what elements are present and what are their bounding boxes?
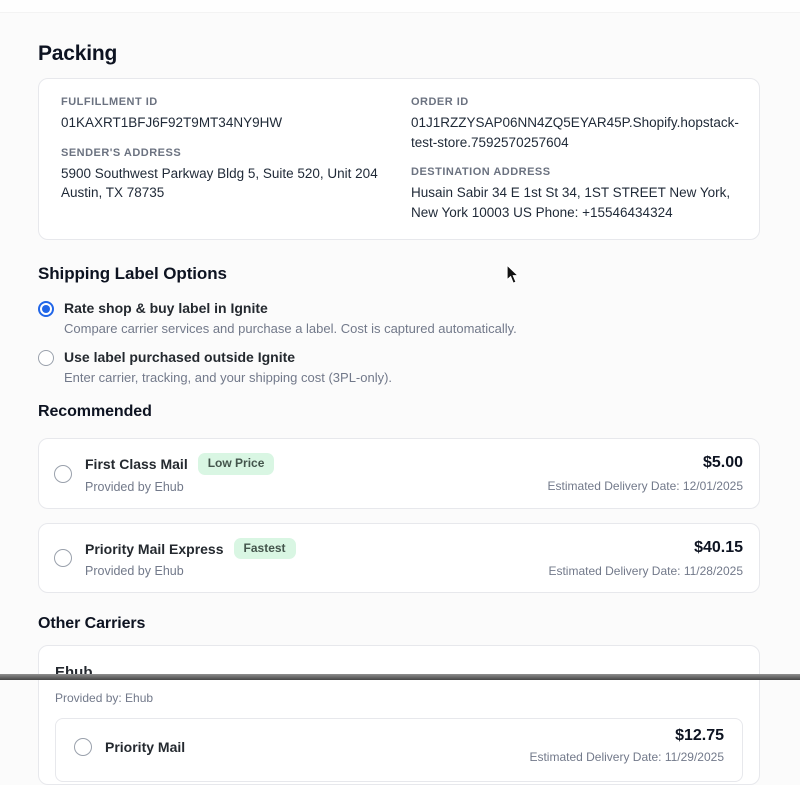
rate-service-name: First Class Mail <box>85 456 188 472</box>
option-outside-label-text: Use label purchased outside Ignite Enter… <box>64 349 392 385</box>
option-outside-label-label[interactable]: Use label purchased outside Ignite <box>64 349 392 365</box>
recommended-heading: Recommended <box>38 403 760 421</box>
rate-left: Priority Mail Express Fastest Provided b… <box>54 538 296 579</box>
fulfillment-id-label: FULFILLMENT ID <box>61 96 391 108</box>
rate-right: $12.75 Estimated Delivery Date: 11/29/20… <box>529 727 724 764</box>
rate-card-priority-mail[interactable]: Priority Mail $12.75 Estimated Delivery … <box>55 718 743 782</box>
order-id-field: ORDER ID 01J1RZZYSAP06NN4ZQ5EYAR45P.Shop… <box>411 96 745 152</box>
sender-address-line1: 5900 Southwest Parkway Bldg 5, Suite 520… <box>61 164 391 184</box>
rate-price: $40.15 <box>548 539 743 557</box>
rate-price: $5.00 <box>548 454 743 472</box>
rate-info: Priority Mail <box>105 739 185 755</box>
rate-badge: Low Price <box>198 453 275 475</box>
window-top-strip <box>0 0 800 13</box>
rate-left: First Class Mail Low Price Provided by E… <box>54 453 274 494</box>
radio-outside-label[interactable] <box>38 350 54 366</box>
shipment-info-right-column: ORDER ID 01J1RZZYSAP06NN4ZQ5EYAR45P.Shop… <box>411 96 745 222</box>
shipment-info-card: FULFILLMENT ID 01KAXRT1BFJ6F92T9MT34NY9H… <box>38 78 760 240</box>
destination-address-field: DESTINATION ADDRESS Husain Sabir 34 E 1s… <box>411 166 745 222</box>
fulfillment-id-value: 01KAXRT1BFJ6F92T9MT34NY9HW <box>61 113 391 133</box>
rate-right: $5.00 Estimated Delivery Date: 12/01/202… <box>548 454 743 493</box>
order-id-value: 01J1RZZYSAP06NN4ZQ5EYAR45P.Shopify.hopst… <box>411 113 745 152</box>
fulfillment-id-field: FULFILLMENT ID 01KAXRT1BFJ6F92T9MT34NY9H… <box>61 96 391 133</box>
window-bottom-edge <box>0 674 800 680</box>
rate-delivery-date: Estimated Delivery Date: 11/29/2025 <box>529 750 724 764</box>
radio-first-class-mail[interactable] <box>54 465 72 483</box>
rate-delivery-date: Estimated Delivery Date: 12/01/2025 <box>548 479 743 493</box>
radio-rate-shop[interactable] <box>38 301 54 317</box>
rate-info: First Class Mail Low Price Provided by E… <box>85 453 274 494</box>
destination-address-value: Husain Sabir 34 E 1st St 34, 1ST STREET … <box>411 183 745 222</box>
rate-name-row: First Class Mail Low Price <box>85 453 274 475</box>
rate-name-row: Priority Mail <box>105 739 185 755</box>
shipping-label-options-heading: Shipping Label Options <box>38 264 760 284</box>
rate-right: $40.15 Estimated Delivery Date: 11/28/20… <box>548 539 743 578</box>
radio-priority-mail-express[interactable] <box>54 549 72 567</box>
rate-left: Priority Mail <box>74 738 185 756</box>
rate-service-name: Priority Mail <box>105 739 185 755</box>
rate-badge: Fastest <box>234 538 296 560</box>
rate-price: $12.75 <box>529 727 724 745</box>
rate-info: Priority Mail Express Fastest Provided b… <box>85 538 296 579</box>
rate-service-name: Priority Mail Express <box>85 541 224 557</box>
option-rate-shop-label[interactable]: Rate shop & buy label in Ignite <box>64 300 517 316</box>
radio-priority-mail[interactable] <box>74 738 92 756</box>
option-rate-shop-description: Compare carrier services and purchase a … <box>64 321 517 336</box>
option-outside-label-description: Enter carrier, tracking, and your shippi… <box>64 370 392 385</box>
carrier-card-ehub: Ehub Provided by: Ehub Priority Mail $12… <box>38 645 760 785</box>
rate-provider: Provided by Ehub <box>85 564 296 578</box>
shipment-info-left-column: FULFILLMENT ID 01KAXRT1BFJ6F92T9MT34NY9H… <box>61 96 391 222</box>
other-carriers-heading: Other Carriers <box>38 615 760 633</box>
rate-name-row: Priority Mail Express Fastest <box>85 538 296 560</box>
rate-delivery-date: Estimated Delivery Date: 11/28/2025 <box>548 564 743 578</box>
sender-address-line2: Austin, TX 78735 <box>61 183 391 203</box>
sender-address-label: SENDER'S ADDRESS <box>61 147 391 159</box>
rate-provider: Provided by Ehub <box>85 480 274 494</box>
option-rate-shop-text: Rate shop & buy label in Ignite Compare … <box>64 300 517 336</box>
sender-address-field: SENDER'S ADDRESS 5900 Southwest Parkway … <box>61 147 391 203</box>
destination-address-label: DESTINATION ADDRESS <box>411 166 745 178</box>
rate-card-first-class-mail[interactable]: First Class Mail Low Price Provided by E… <box>38 438 760 509</box>
page-title: Packing <box>38 42 760 66</box>
rate-card-priority-mail-express[interactable]: Priority Mail Express Fastest Provided b… <box>38 523 760 594</box>
order-id-label: ORDER ID <box>411 96 745 108</box>
carrier-provided-by: Provided by: Ehub <box>55 691 743 705</box>
option-rate-shop[interactable]: Rate shop & buy label in Ignite Compare … <box>38 300 760 336</box>
option-outside-label[interactable]: Use label purchased outside Ignite Enter… <box>38 349 760 385</box>
